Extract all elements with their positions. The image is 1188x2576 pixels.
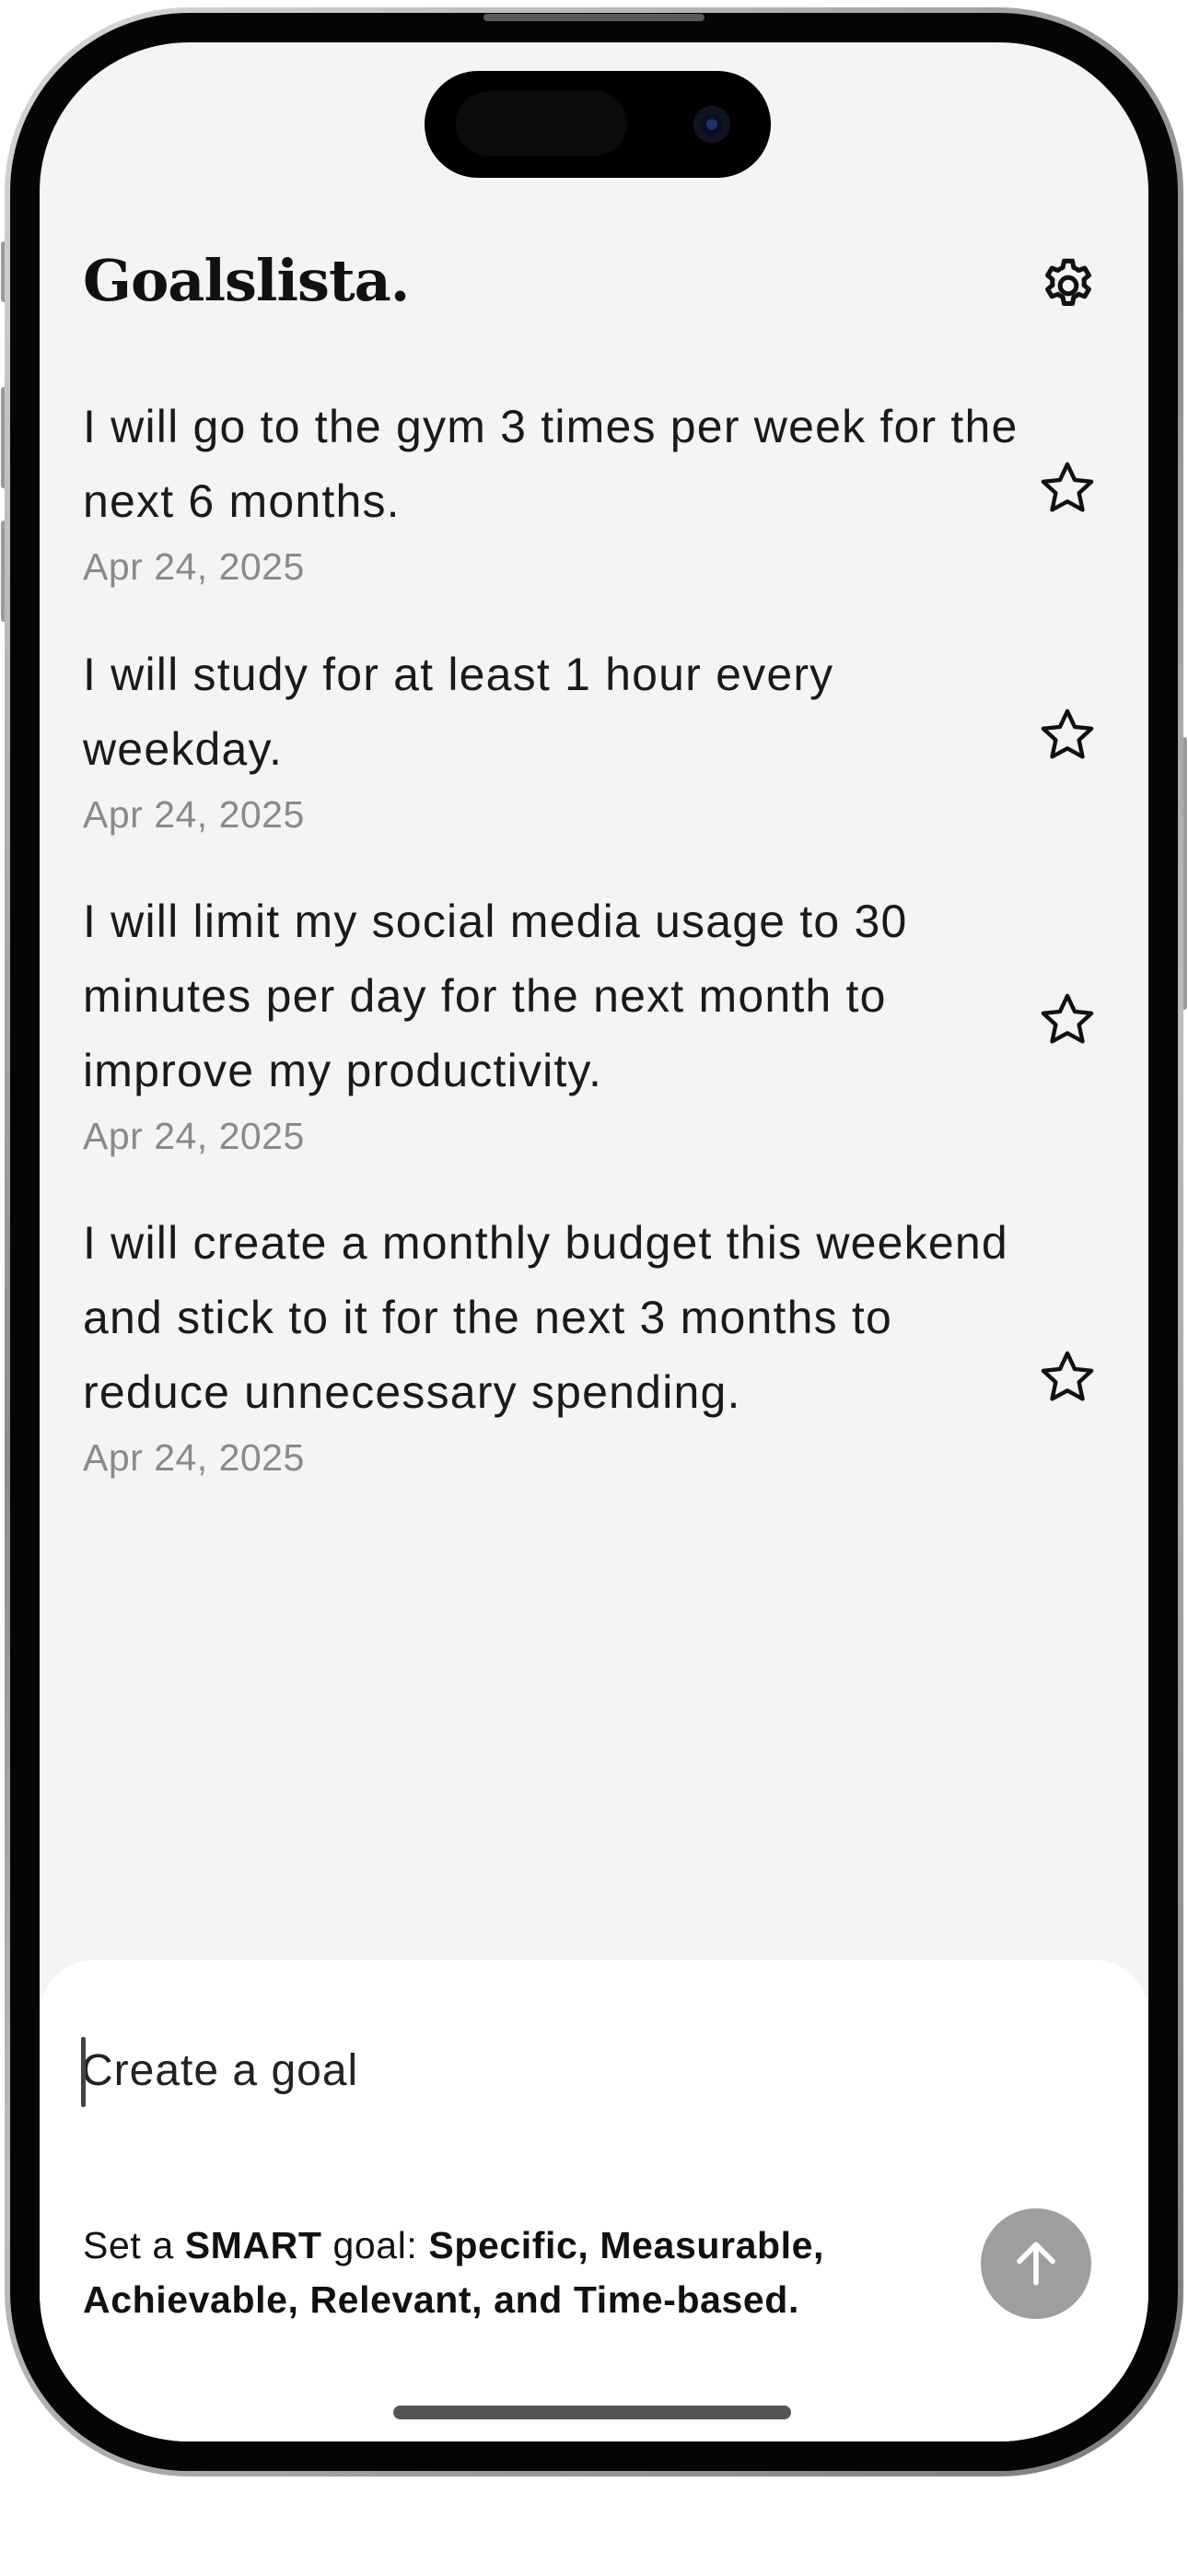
goal-text: I will create a monthly budget this week… (83, 1217, 1008, 1418)
face-id-sensor (456, 91, 627, 156)
star-outline-icon[interactable] (1037, 1347, 1098, 1408)
create-goal-input[interactable] (81, 2033, 1002, 2107)
goal-date: Apr 24, 2025 (83, 1436, 305, 1479)
goal-item[interactable]: I will create a monthly budget this week… (83, 1206, 1041, 1483)
star-outline-icon[interactable] (1037, 989, 1098, 1050)
hint-middle: goal: (321, 2224, 429, 2266)
device-stage: Goalslista. I will go to the gym 3 times… (0, 0, 1188, 2576)
phone-bezel: Goalslista. I will go to the gym 3 times… (10, 13, 1178, 2471)
star-outline-icon[interactable] (1037, 705, 1098, 766)
goal-item[interactable]: I will study for at least 1 hour every w… (83, 638, 1041, 840)
text-caret (81, 2037, 86, 2107)
goal-item[interactable]: I will go to the gym 3 times per week fo… (83, 390, 1041, 592)
smart-goal-hint: Set a SMART goal: Specific, Measurable, … (83, 2219, 967, 2327)
home-indicator[interactable] (393, 2406, 791, 2419)
goal-text: I will limit my social media usage to 30… (83, 896, 908, 1096)
goal-item[interactable]: I will limit my social media usage to 30… (83, 884, 1041, 1162)
goal-date: Apr 24, 2025 (83, 1115, 305, 1157)
goal-text: I will study for at least 1 hour every w… (83, 649, 834, 775)
star-outline-icon[interactable] (1037, 458, 1098, 519)
goal-date: Apr 24, 2025 (83, 793, 305, 836)
composer-sheet: Set a SMART goal: Specific, Measurable, … (40, 1960, 1148, 2441)
gear-icon[interactable] (1039, 256, 1098, 315)
hint-prefix: Set a (83, 2224, 185, 2266)
send-goal-button[interactable] (981, 2208, 1091, 2319)
dynamic-island (425, 71, 771, 178)
phone-frame: Goalslista. I will go to the gym 3 times… (5, 7, 1183, 2476)
goal-text: I will go to the gym 3 times per week fo… (83, 401, 1019, 527)
app-screen: Goalslista. I will go to the gym 3 times… (40, 42, 1148, 2441)
speaker-grille (483, 14, 705, 21)
arrow-up-icon (1017, 2242, 1055, 2286)
goal-date: Apr 24, 2025 (83, 545, 305, 588)
hint-smart: SMART (184, 2224, 322, 2266)
front-camera (693, 106, 730, 143)
app-title: Goalslista. (83, 247, 410, 314)
